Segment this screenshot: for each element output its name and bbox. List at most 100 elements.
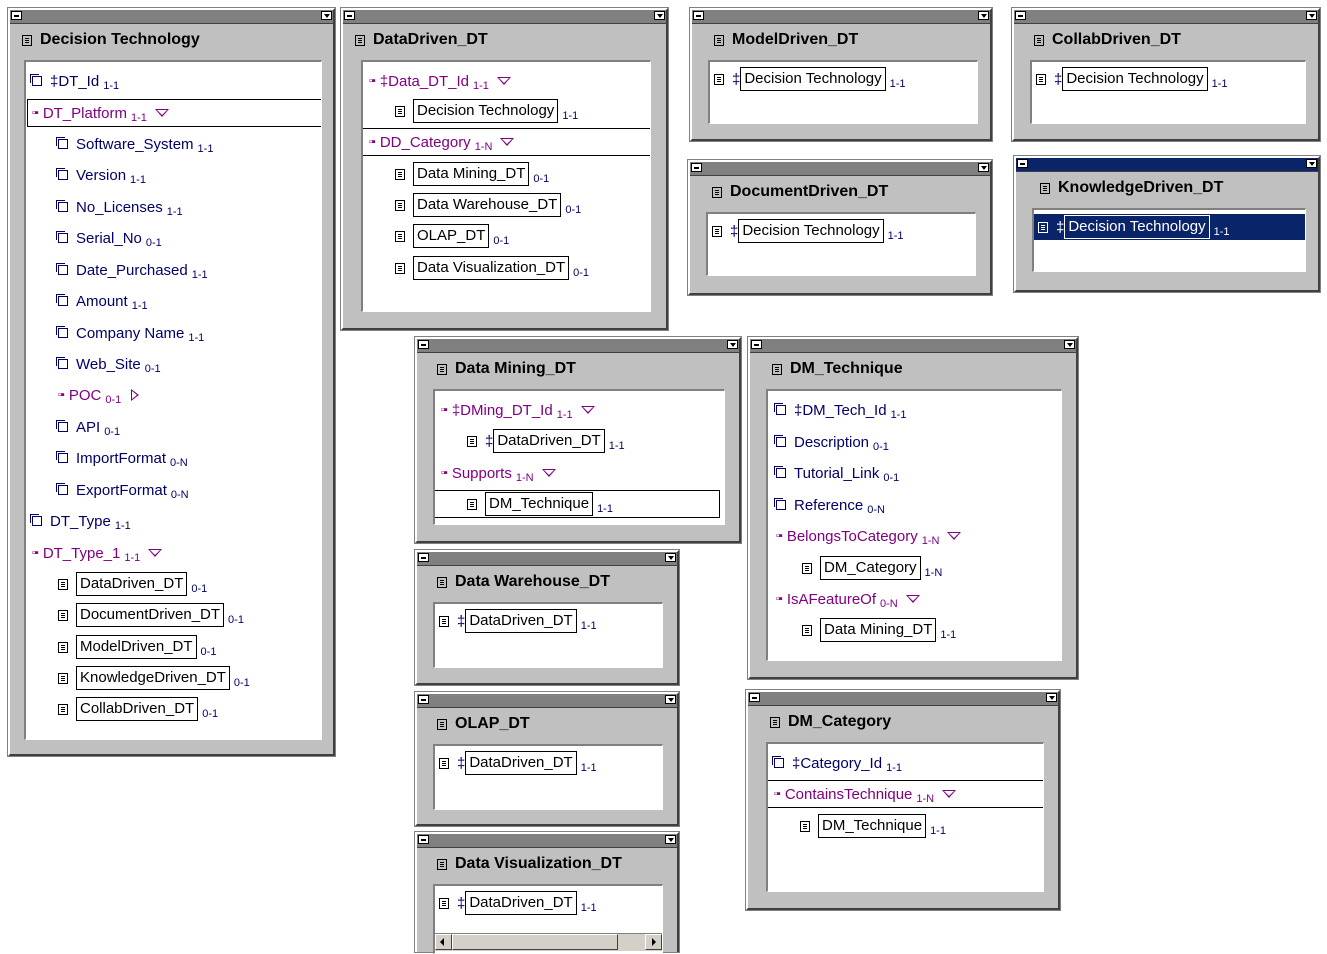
dropdown-icon[interactable] [665,553,676,562]
ref-decision-technology[interactable]: ‡ Decision Technology 1-1 [712,218,904,244]
expand-right-icon[interactable] [131,389,140,401]
title-bar[interactable] [1014,10,1318,24]
title-bar[interactable] [750,339,1076,353]
ref-datadriven[interactable]: DataDriven_DT 0-1 [58,571,207,597]
dropdown-icon[interactable] [321,11,332,20]
dropdown-icon[interactable] [654,11,665,20]
attr-software-system[interactable]: Software_System 1-1 [56,131,213,157]
ref-collabdriven[interactable]: CollabDriven_DT 0-1 [58,696,218,722]
dropdown-icon[interactable] [1046,693,1057,702]
attr-no-licenses[interactable]: No_Licenses 1-1 [56,194,183,220]
ref-decision-technology[interactable]: Decision Technology 1-1 [395,98,578,124]
modeldriven-window[interactable]: ModelDriven_DT ‡ Decision Technology 1-1 [689,7,993,142]
datadriven-window[interactable]: DataDriven_DT ▫▪ ‡Data_DT_Id 1-1 Decision … [340,7,669,331]
window-menu-icon[interactable] [691,163,702,172]
dm-technique-window[interactable]: DM_Technique ‡DM_Tech_Id 1-1 Description 0… [747,336,1079,680]
window-menu-icon[interactable] [1017,159,1028,168]
expand-down-icon[interactable] [580,406,595,414]
ref-data-warehouse[interactable]: Data Warehouse_DT 0-1 [395,192,581,218]
expand-down-icon[interactable] [154,109,169,117]
attr-web-site[interactable]: Web_Site 0-1 [56,351,161,377]
title-bar[interactable] [748,692,1058,706]
attr-version[interactable]: Version 1-1 [56,162,146,188]
title-bar[interactable] [417,339,739,353]
ref-decision-technology[interactable]: ‡ Decision Technology 1-1 [714,66,906,92]
ref-datadriven[interactable]: ‡ DataDriven_DT 1-1 [439,890,597,916]
window-menu-icon[interactable] [418,695,429,704]
rel-dming-dt-id[interactable]: ▫▪ ‡DMing_DT_Id 1-1 [441,397,595,423]
ref-documentdriven[interactable]: DocumentDriven_DT 0-1 [58,602,244,628]
scroll-left-icon[interactable] [435,934,452,950]
title-bar[interactable] [417,834,677,848]
dropdown-icon[interactable] [1064,340,1075,349]
rel-dt-type-1[interactable]: ▫▪ DT_Type_1 1-1 [32,540,163,566]
ref-olap[interactable]: OLAP_DT 0-1 [395,223,509,249]
ref-data-visualization[interactable]: Data Visualization_DT 0-1 [395,255,589,281]
rel-dt-platform[interactable]: ▫▪ DT_Platform 1-1 [27,99,321,127]
dropdown-icon[interactable] [727,340,738,349]
attr-category-id[interactable]: ‡Category_Id 1-1 [772,750,902,776]
window-menu-icon[interactable] [418,340,429,349]
data-mining-window[interactable]: Data Mining_DT ▫▪ ‡DMing_DT_Id 1-1 ‡ DataDr… [414,336,742,544]
expand-down-icon[interactable] [541,469,556,477]
attr-import-format[interactable]: ImportFormat 0-N [56,445,188,471]
expand-down-icon[interactable] [947,532,962,540]
ref-dm-category[interactable]: DM_Category 1-N [802,555,942,581]
scroll-right-icon[interactable] [645,934,662,950]
rel-poc[interactable]: ▫▪ POC 0-1 [58,382,140,408]
ref-decision-technology[interactable]: ‡ Decision Technology 1-1 [1036,66,1228,92]
title-bar[interactable] [343,10,666,24]
ref-datadriven[interactable]: ‡ DataDriven_DT 1-1 [439,750,597,776]
window-menu-icon[interactable] [751,340,762,349]
ref-data-mining[interactable]: Data Mining_DT 1-1 [802,617,956,643]
dm-category-window[interactable]: DM_Category ‡Category_Id 1-1 ▫▪ ContainsTe… [745,689,1061,911]
window-menu-icon[interactable] [11,11,22,20]
attr-dt-id[interactable]: ‡DT_Id 1-1 [30,68,119,94]
expand-down-icon[interactable] [942,790,957,798]
attr-tutorial-link[interactable]: Tutorial_Link 0-1 [774,460,899,486]
attr-dt-type[interactable]: DT_Type 1-1 [30,508,131,534]
title-bar[interactable] [417,694,677,708]
ref-datadriven[interactable]: ‡ DataDriven_DT 1-1 [439,608,597,634]
dropdown-icon[interactable] [665,835,676,844]
attr-export-format[interactable]: ExportFormat 0-N [56,477,189,503]
ref-modeldriven[interactable]: ModelDriven_DT 0-1 [58,634,216,660]
data-warehouse-window[interactable]: Data Warehouse_DT ‡ DataDriven_DT 1-1 [414,549,680,686]
rel-is-a-feature-of[interactable]: ▫▪ IsAFeatureOf 0-N [776,586,920,612]
dropdown-icon[interactable] [978,11,989,20]
rel-supports[interactable]: ▫▪ Supports 1-N [441,460,556,486]
expand-down-icon[interactable] [496,77,511,85]
knowledgedriven-window[interactable]: KnowledgeDriven_DT ‡ Decision Technology 1… [1013,155,1321,293]
ref-data-mining[interactable]: Data Mining_DT 0-1 [395,161,549,187]
attr-company-name[interactable]: Company Name 1-1 [56,320,204,346]
title-bar[interactable] [692,10,990,24]
dropdown-icon[interactable] [665,695,676,704]
expand-down-icon[interactable] [148,549,163,557]
rel-data-dt-id[interactable]: ▫▪ ‡Data_DT_Id 1-1 [369,68,511,94]
expand-down-icon[interactable] [905,595,920,603]
collabdriven-window[interactable]: CollabDriven_DT ‡ Decision Technology 1-1 [1011,7,1321,142]
dropdown-icon[interactable] [978,163,989,172]
window-menu-icon[interactable] [693,11,704,20]
attr-dm-tech-id[interactable]: ‡DM_Tech_Id 1-1 [774,397,906,423]
title-bar[interactable] [690,162,990,176]
ref-decision-technology[interactable]: ‡ Decision Technology 1-1 [1034,214,1305,240]
horizontal-scrollbar[interactable] [435,933,662,951]
ref-dm-technique[interactable]: DM_Technique 1-1 [435,490,720,518]
ref-knowledgedriven[interactable]: KnowledgeDriven_DT 0-1 [58,665,250,691]
ref-datadriven[interactable]: ‡ DataDriven_DT 1-1 [467,428,625,454]
rel-contains-technique[interactable]: ▫▪ ContainsTechnique 1-N [768,780,1043,808]
window-menu-icon[interactable] [749,693,760,702]
attr-description[interactable]: Description 0-1 [774,429,889,455]
window-menu-icon[interactable] [1015,11,1026,20]
window-menu-icon[interactable] [418,553,429,562]
attr-reference[interactable]: Reference 0-N [774,492,885,518]
title-bar[interactable] [10,10,333,24]
dropdown-icon[interactable] [1306,159,1317,168]
attr-api[interactable]: API 0-1 [56,414,120,440]
attr-serial-no[interactable]: Serial_No 0-1 [56,225,162,251]
title-bar[interactable] [417,552,677,566]
attr-amount[interactable]: Amount 1-1 [56,288,148,314]
attr-date-purchased[interactable]: Date_Purchased 1-1 [56,257,208,283]
rel-dd-category[interactable]: ▫▪ DD_Category 1-N [363,128,650,156]
